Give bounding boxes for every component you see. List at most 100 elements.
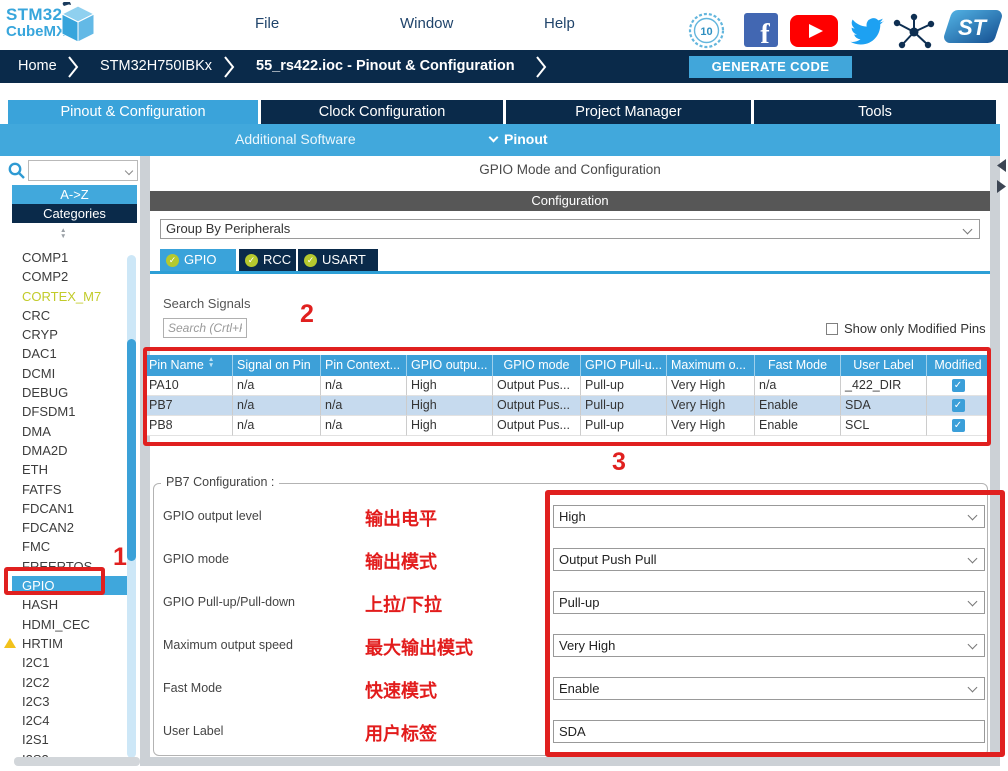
- field-label: Maximum output speed: [163, 638, 293, 652]
- peripheral-tab-usart[interactable]: ✓ USART: [298, 249, 378, 271]
- col-pin-name[interactable]: Pin Name▲▼: [145, 355, 233, 376]
- configuration-header: Configuration: [150, 191, 990, 211]
- search-icon: [8, 162, 26, 180]
- chinese-annotation: 最大输出模式: [365, 634, 473, 660]
- panel-collapse-arrows[interactable]: [997, 159, 1006, 193]
- table-row-pb8[interactable]: PB8n/a n/aHigh Output Pus...Pull-up Very…: [145, 416, 990, 436]
- facebook-icon[interactable]: f: [744, 13, 778, 47]
- field-label: GPIO mode: [163, 552, 229, 566]
- group-by-select[interactable]: Group By Peripherals: [160, 219, 980, 239]
- sidebar-item-dma[interactable]: DMA: [0, 422, 140, 441]
- twitter-icon[interactable]: [845, 13, 888, 49]
- community-network-icon[interactable]: [893, 12, 937, 50]
- sort-toggle[interactable]: ▲ ▼: [60, 228, 66, 240]
- bottom-frame-strip: [150, 757, 1000, 766]
- gpio-pull-select[interactable]: Pull-up: [553, 591, 985, 614]
- sidebar-search-input[interactable]: [28, 160, 138, 181]
- st-logo-icon: ST: [942, 8, 1004, 46]
- sidebar-item-dfsdm1[interactable]: DFSDM1: [0, 402, 140, 421]
- fast-mode-select[interactable]: Enable: [553, 677, 985, 700]
- col-fast-mode[interactable]: Fast Mode: [755, 355, 841, 376]
- sidebar-item-fdcan1[interactable]: FDCAN1: [0, 499, 140, 518]
- generate-code-button[interactable]: GENERATE CODE: [689, 56, 852, 78]
- menu-help[interactable]: Help: [544, 15, 575, 32]
- additional-software-link[interactable]: Additional Software: [235, 131, 356, 147]
- tab-clock-configuration[interactable]: Clock Configuration: [261, 100, 503, 124]
- pins-table-header: Pin Name▲▼ Signal on Pin Pin Context... …: [145, 355, 990, 376]
- col-user-label[interactable]: User Label: [841, 355, 927, 376]
- svg-text:ST: ST: [958, 15, 988, 40]
- arrow-left-icon[interactable]: [997, 159, 1006, 172]
- sidebar-item-hash[interactable]: HASH: [0, 595, 140, 614]
- col-gpio-mode[interactable]: GPIO mode: [493, 355, 581, 376]
- breadcrumb-device[interactable]: STM32H750IBKx: [100, 58, 212, 74]
- sidebar-item-i2c3[interactable]: I2C3: [0, 692, 140, 711]
- sidebar-item-i2c1[interactable]: I2C1: [0, 653, 140, 672]
- sidebar-item-hdmi-cec[interactable]: HDMI_CEC: [0, 615, 140, 634]
- select-value: Output Push Pull: [559, 552, 657, 567]
- col-signal-on-pin[interactable]: Signal on Pin: [233, 355, 321, 376]
- sidebar-item-cortex-m7[interactable]: CORTEX_M7: [0, 287, 140, 306]
- sidebar-tab-az[interactable]: A->Z: [12, 185, 137, 204]
- col-gpio-pull[interactable]: GPIO Pull-u...: [581, 355, 667, 376]
- gpio-mode-select[interactable]: Output Push Pull: [553, 548, 985, 571]
- sidebar-item-gpio[interactable]: GPIO: [12, 576, 132, 595]
- breadcrumb-home[interactable]: Home: [18, 58, 57, 74]
- breadcrumb: Home STM32H750IBKx 55_rs422.ioc - Pinout…: [0, 50, 1008, 83]
- sidebar-tab-categories[interactable]: Categories: [12, 204, 137, 223]
- show-modified-pins-checkbox[interactable]: Show only Modified Pins: [826, 321, 986, 336]
- table-row-pb7[interactable]: PB7n/a n/aHigh Output Pus...Pull-up Very…: [145, 396, 990, 416]
- sidebar-item-hrtim[interactable]: HRTIM: [0, 634, 140, 653]
- chinese-annotation: 输出模式: [365, 548, 437, 574]
- pinout-menu[interactable]: Pinout: [490, 131, 548, 147]
- sidebar-item-dac1[interactable]: DAC1: [0, 344, 140, 363]
- chevron-down-icon: [963, 225, 973, 235]
- ten-years-badge-icon: 10: [688, 12, 725, 49]
- sidebar-item-comp2[interactable]: COMP2: [0, 267, 140, 286]
- table-row-pa10[interactable]: PA10n/a n/aHigh Output Pus...Pull-up Ver…: [145, 376, 990, 396]
- sidebar-item-debug[interactable]: DEBUG: [0, 383, 140, 402]
- sidebar-horizontal-scrollbar[interactable]: [14, 757, 140, 766]
- tab-project-manager[interactable]: Project Manager: [506, 100, 751, 124]
- sidebar-item-dma2d[interactable]: DMA2D: [0, 441, 140, 460]
- col-pin-context[interactable]: Pin Context...: [321, 355, 407, 376]
- modified-checkbox[interactable]: ✓: [952, 419, 965, 432]
- checkbox-icon[interactable]: [826, 323, 838, 335]
- sidebar-item-fatfs[interactable]: FATFS: [0, 480, 140, 499]
- col-max-output[interactable]: Maximum o...: [667, 355, 755, 376]
- tab-pinout-configuration[interactable]: Pinout & Configuration: [8, 100, 258, 124]
- col-gpio-output[interactable]: GPIO outpu...: [407, 355, 493, 376]
- tab-tools[interactable]: Tools: [754, 100, 996, 124]
- arrow-right-icon[interactable]: [997, 180, 1006, 193]
- sidebar-item-eth[interactable]: ETH: [0, 460, 140, 479]
- peripheral-tab-gpio[interactable]: ✓ GPIO: [160, 249, 236, 271]
- field-label: Fast Mode: [163, 681, 222, 695]
- gpio-output-level-select[interactable]: High: [553, 505, 985, 528]
- sidebar-item-dcmi[interactable]: DCMI: [0, 364, 140, 383]
- modified-checkbox[interactable]: ✓: [952, 399, 965, 412]
- max-output-speed-select[interactable]: Very High: [553, 634, 985, 657]
- peripheral-tab-rcc[interactable]: ✓ RCC: [239, 249, 296, 271]
- sidebar-item-crc[interactable]: CRC: [0, 306, 140, 325]
- sidebar-item-fdcan2[interactable]: FDCAN2: [0, 518, 140, 537]
- peripherals-sidebar: A->Z Categories ▲ ▼ COMP1 COMP2 CORTEX_M…: [0, 156, 140, 771]
- modified-checkbox[interactable]: ✓: [952, 379, 965, 392]
- youtube-icon[interactable]: [790, 15, 838, 47]
- stm32cubemx-window: STM32 CubeMX File Window Help 10 f: [0, 0, 1008, 771]
- field-label: GPIO Pull-up/Pull-down: [163, 595, 295, 609]
- user-label-input[interactable]: [553, 720, 985, 743]
- panel-divider: [140, 156, 150, 766]
- svg-text:f: f: [760, 19, 770, 47]
- sidebar-scrollbar-thumb[interactable]: [127, 339, 136, 561]
- signals-search-input[interactable]: [163, 318, 247, 338]
- sidebar-item-i2s1[interactable]: I2S1: [0, 730, 140, 749]
- menu-file[interactable]: File: [255, 15, 279, 32]
- col-modified[interactable]: Modified: [927, 355, 990, 376]
- chinese-annotation: 输出电平: [365, 505, 437, 531]
- menu-window[interactable]: Window: [400, 15, 453, 32]
- sidebar-item-i2c4[interactable]: I2C4: [0, 711, 140, 730]
- sidebar-item-comp1[interactable]: COMP1: [0, 248, 140, 267]
- chevron-down-icon: [968, 640, 978, 650]
- sidebar-item-i2c2[interactable]: I2C2: [0, 673, 140, 692]
- sidebar-item-cryp[interactable]: CRYP: [0, 325, 140, 344]
